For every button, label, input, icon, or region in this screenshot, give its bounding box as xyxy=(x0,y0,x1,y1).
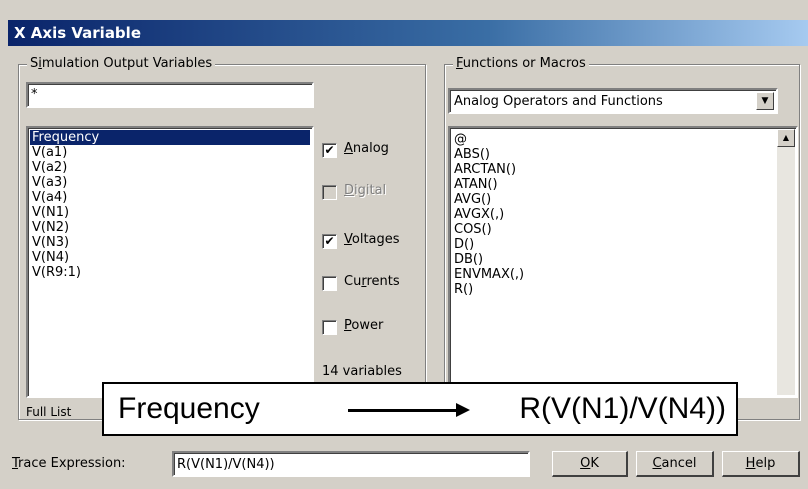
variables-listbox[interactable]: Frequency V(a1) V(a2) V(a3) V(a4) V(N1) V(N2) V… xyxy=(26,126,314,398)
function-list-item[interactable]: AVG() xyxy=(452,192,774,207)
simulation-output-legend: Simulation Output Variables xyxy=(27,56,216,72)
x-axis-variable-dialog: X Axis Variable Simulation Output Variab… xyxy=(0,0,808,489)
function-list-item[interactable]: COS() xyxy=(452,222,774,237)
variable-list-item[interactable]: V(N4) xyxy=(30,250,310,265)
function-list-item[interactable]: R() xyxy=(452,282,774,297)
variable-filter-value: * xyxy=(31,87,38,102)
functions-category-value: Analog Operators and Functions xyxy=(454,94,663,109)
voltages-label[interactable]: Voltages xyxy=(344,232,400,248)
dropdown-arrow-button[interactable]: ▼ xyxy=(756,92,774,110)
variable-list-item[interactable]: V(N2) xyxy=(30,220,310,235)
voltages-check-mark: ✔ xyxy=(324,234,335,248)
power-checkbox[interactable] xyxy=(322,320,337,335)
trace-expression-input[interactable]: R(V(N1)/V(N4)) xyxy=(172,451,530,477)
currents-label[interactable]: Currents xyxy=(344,274,400,290)
function-list-item[interactable]: ABS() xyxy=(452,147,774,162)
annotation-to-text: R(V(N1)/V(N4)) xyxy=(519,392,726,425)
variable-list-item[interactable]: V(R9:1) xyxy=(30,265,310,280)
variable-list-item[interactable]: V(a2) xyxy=(30,160,310,175)
annotation-callout: Frequency R(V(N1)/V(N4)) xyxy=(102,382,738,436)
functions-category-dropdown[interactable]: Analog Operators and Functions ▼ xyxy=(448,88,778,114)
function-list-item[interactable]: DB() xyxy=(452,252,774,267)
variable-list-item[interactable]: V(a3) xyxy=(30,175,310,190)
scroll-up-button[interactable]: ▲ xyxy=(777,129,795,147)
variable-list-item[interactable]: V(a1) xyxy=(30,145,310,160)
help-button[interactable]: Help xyxy=(722,451,800,477)
cancel-button[interactable]: Cancel xyxy=(636,451,714,477)
function-list-item[interactable]: D() xyxy=(452,237,774,252)
variable-list-item[interactable]: Frequency xyxy=(30,130,310,145)
function-list-item[interactable]: AVGX(,) xyxy=(452,207,774,222)
variable-list-item[interactable]: V(N1) xyxy=(30,205,310,220)
scroll-up-icon: ▲ xyxy=(782,133,790,142)
digital-checkbox xyxy=(322,185,337,200)
annotation-from-text: Frequency xyxy=(118,392,260,425)
analog-check-mark: ✔ xyxy=(324,143,335,157)
function-list-item[interactable]: ARCTAN() xyxy=(452,162,774,177)
power-label[interactable]: Power xyxy=(344,318,383,334)
digital-label: Digital xyxy=(344,183,387,198)
full-list-label[interactable]: Full List xyxy=(26,404,71,420)
variable-count: 14 variables xyxy=(322,364,402,379)
functions-macros-legend: Functions or Macros xyxy=(453,56,589,72)
chevron-down-icon: ▼ xyxy=(761,96,769,106)
analog-checkbox[interactable]: ✔ xyxy=(322,143,337,158)
function-list-item[interactable]: @ xyxy=(452,132,774,147)
arrow-right-icon xyxy=(348,403,470,417)
variables-list: Frequency V(a1) V(a2) V(a3) V(a4) V(N1) V(N2) V… xyxy=(30,130,310,280)
variable-list-item[interactable]: V(N3) xyxy=(30,235,310,250)
functions-list: @ ABS() ARCTAN() ATAN() AVG() AVGX(,) COS() D()… xyxy=(452,132,774,297)
dialog-title: X Axis Variable xyxy=(14,24,141,42)
variable-filter-input[interactable]: * xyxy=(26,82,314,108)
trace-expression-label: Trace Expression: xyxy=(12,456,126,471)
function-list-item[interactable]: ATAN() xyxy=(452,177,774,192)
trace-expression-value: R(V(N1)/V(N4)) xyxy=(177,457,275,472)
currents-checkbox[interactable] xyxy=(322,276,337,291)
title-bar: X Axis Variable xyxy=(8,20,808,46)
function-list-item[interactable]: ENVMAX(,) xyxy=(452,267,774,282)
ok-button[interactable]: OK xyxy=(552,451,628,477)
variable-list-item[interactable]: V(a4) xyxy=(30,190,310,205)
voltages-checkbox[interactable]: ✔ xyxy=(322,234,337,249)
functions-listbox[interactable]: @ ABS() ARCTAN() ATAN() AVG() AVGX(,) COS() D()… xyxy=(448,126,798,398)
functions-scrollbar[interactable]: ▲ xyxy=(777,129,795,395)
analog-label[interactable]: Analog xyxy=(344,141,389,157)
